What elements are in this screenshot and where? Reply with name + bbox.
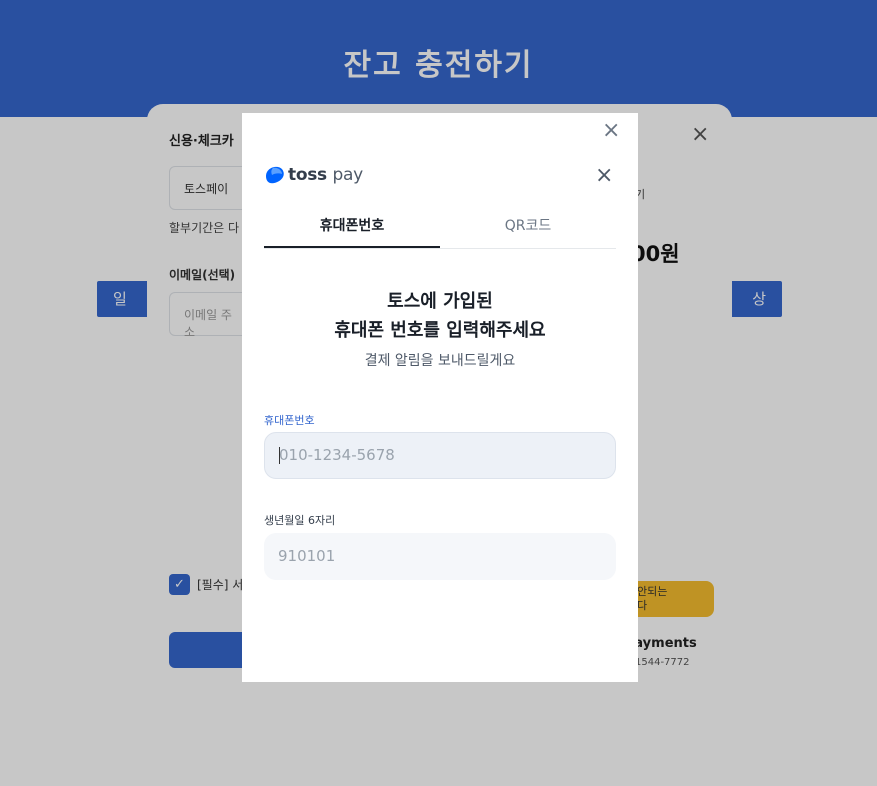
logo-toss-text: toss (288, 165, 327, 185)
logo-wordmark: toss pay (288, 165, 363, 185)
heading-line-1: 토스에 가입된 (387, 291, 493, 312)
toss-logo-icon (266, 166, 284, 184)
heading-line-2: 휴대폰 번호를 입력해주세요 (334, 320, 546, 341)
modal-heading: 토스에 가입된 휴대폰 번호를 입력해주세요 (242, 287, 638, 345)
modal-subheading: 결제 알림을 보내드릴게요 (364, 353, 516, 369)
tosspay-modal: × toss pay × 휴대폰번호 QR코드 토스에 가입된 휴대폰 번호를 … (242, 113, 638, 682)
close-icon[interactable]: × (595, 164, 613, 188)
tab-phone-number[interactable]: 휴대폰번호 (264, 213, 440, 248)
auth-tabs: 휴대폰번호 QR코드 (264, 213, 616, 249)
tosspay-logo: toss pay (264, 165, 363, 185)
tab-qr-code[interactable]: QR코드 (440, 213, 616, 248)
birthdate-input[interactable] (264, 533, 616, 580)
phone-number-input[interactable] (264, 432, 616, 479)
text-caret (279, 447, 280, 464)
birthdate-field-label: 생년월일 6자리 (264, 514, 336, 527)
logo-pay-text: pay (332, 165, 363, 185)
close-icon[interactable]: × (602, 119, 620, 143)
phone-field-label: 휴대폰번호 (264, 414, 315, 427)
